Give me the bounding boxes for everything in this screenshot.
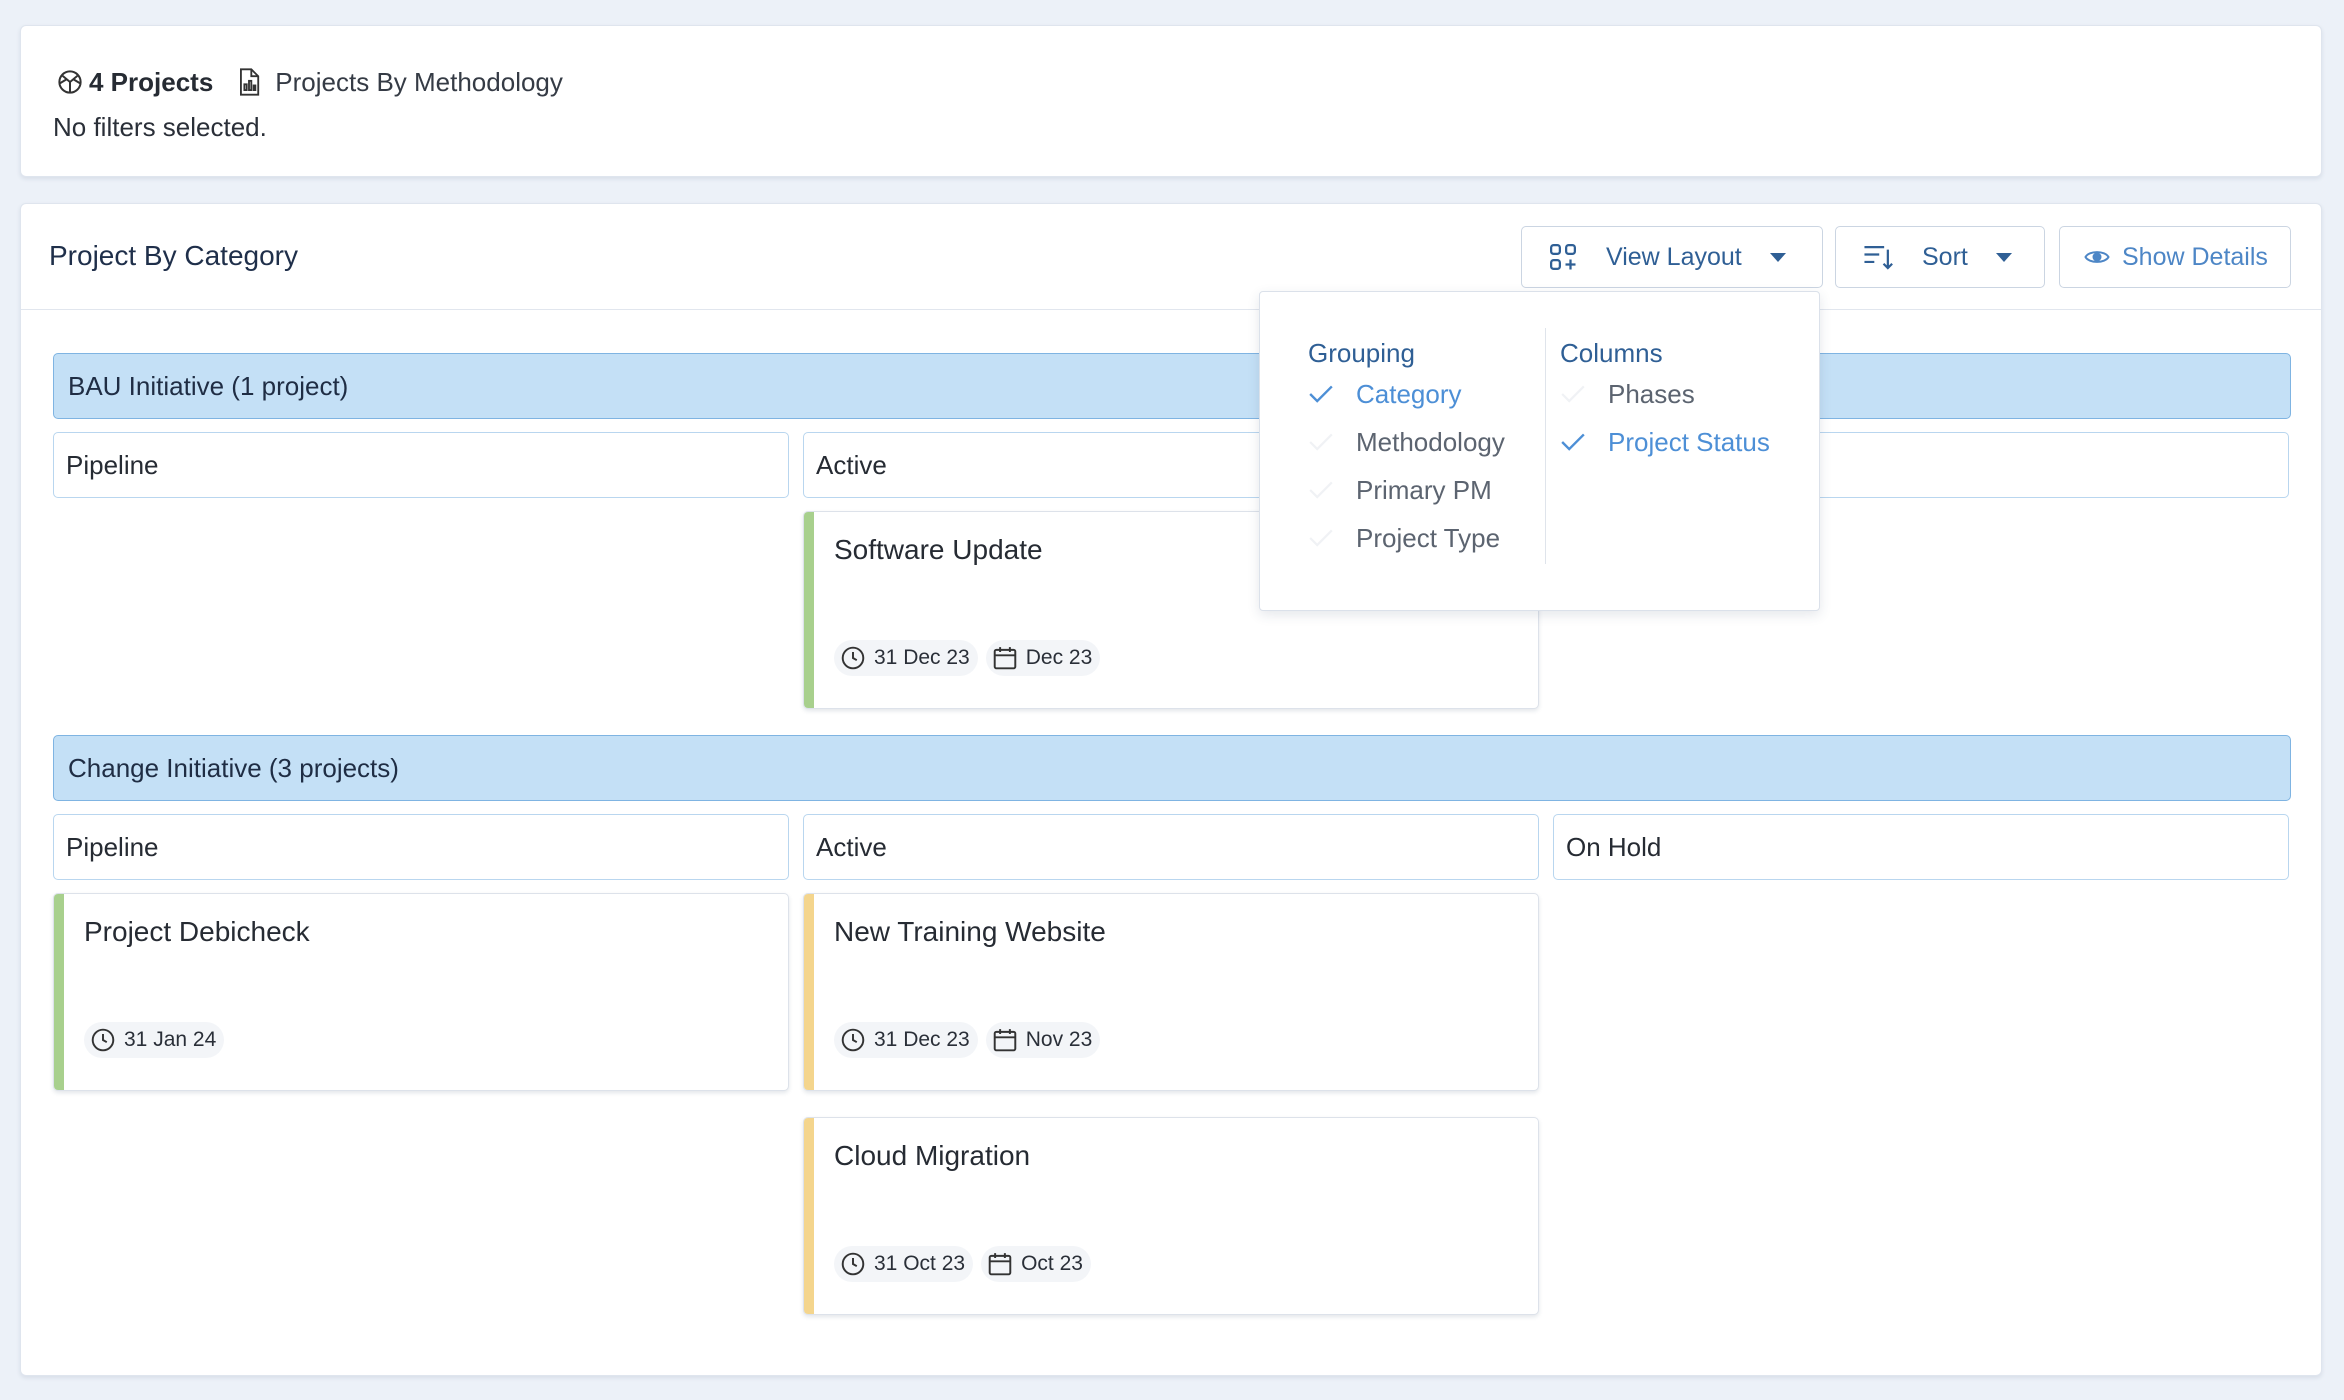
show-details-button[interactable]: Show Details [2059,226,2291,288]
eye-icon [2084,246,2110,268]
check-icon [1308,479,1356,501]
methodology-link[interactable]: Projects By Methodology [275,67,563,98]
columns-option-phases[interactable]: Phases [1560,370,1770,418]
clock-icon [91,1028,115,1052]
clock-icon [841,1028,865,1052]
sort-icon [1862,242,1894,272]
project-name: Software Update [834,534,1043,565]
project-card-cloud-migration[interactable]: Cloud Migration 31 Oct 23 Oct 23 [803,1117,1539,1315]
view-layout-dropdown: Grouping Category Methodology Primary PM… [1259,291,1820,611]
status-stripe [54,894,64,1090]
period-chip: Nov 23 [985,1022,1101,1058]
clock-icon [841,646,865,670]
period: Oct 23 [1021,1252,1083,1275]
status-stripe [804,1118,814,1314]
project-name: New Training Website [834,916,1106,947]
calendar-icon [993,1029,1017,1052]
show-details-label: Show Details [2122,242,2268,271]
check-icon [1560,383,1608,405]
popup-divider [1545,328,1546,564]
project-count: 4 Projects [89,66,214,97]
due-date: 31 Oct 23 [874,1252,966,1275]
calendar-icon [993,647,1017,670]
project-card-new-training-website[interactable]: New Training Website 31 Dec 23 Nov 23 [803,893,1539,1091]
due-date: 31 Dec 23 [874,646,970,669]
check-icon [1560,431,1608,453]
grid-add-icon [1548,242,1578,272]
due-date-chip: 31 Jan 24 [84,1022,225,1058]
period-chip: Dec 23 [985,640,1101,676]
grouping-option-category[interactable]: Category [1308,370,1505,418]
grouping-option-methodology[interactable]: Methodology [1308,418,1505,466]
status-stripe [804,512,814,708]
calendar-icon [988,1253,1012,1276]
view-layout-button[interactable]: View Layout [1521,226,1823,288]
summary-row: 4 Projects Projects By Methodology [55,62,563,102]
column-header-pipeline: Pipeline [53,432,789,498]
columns-option-project-status[interactable]: Project Status [1560,418,1770,466]
status-stripe [804,894,814,1090]
chevron-down-icon [1995,252,2012,262]
sort-button[interactable]: Sort [1835,226,2045,288]
board-title: Project By Category [49,240,298,271]
project-card-debicheck[interactable]: Project Debicheck 31 Jan 24 [53,893,789,1091]
grouping-option-project-type[interactable]: Project Type [1308,514,1505,562]
grouping-section: Grouping Category Methodology Primary PM… [1308,338,1505,562]
project-name: Cloud Migration [834,1140,1031,1171]
summary-card: 4 Projects Projects By Methodology No fi… [20,25,2322,177]
due-date-chip: 31 Dec 23 [834,1022,978,1058]
group-header-change[interactable]: Change Initiative (3 projects) [53,735,2291,801]
due-date-chip: 31 Oct 23 [834,1246,974,1282]
group-header-bau[interactable]: BAU Initiative (1 project) [53,353,2291,419]
filters-text: No filters selected. [53,112,267,142]
period: Dec 23 [1025,646,1093,669]
projects-icon [55,67,85,97]
column-header-active: Active [803,814,1539,880]
period: Nov 23 [1025,1028,1093,1051]
check-icon [1308,527,1356,549]
columns-title: Columns [1560,338,1663,368]
columns-section: Columns Phases Project Status [1560,338,1770,466]
project-name: Project Debicheck [84,916,310,947]
due-date: 31 Dec 23 [874,1028,970,1051]
check-icon [1308,383,1356,405]
view-layout-label: View Layout [1606,242,1742,271]
board-card: Project By Category View Layout Sort Sho… [20,203,2322,1376]
due-date: 31 Jan 24 [124,1028,217,1051]
chevron-down-icon [1769,252,1786,262]
due-date-chip: 31 Dec 23 [834,640,978,676]
grouping-option-primary-pm[interactable]: Primary PM [1308,466,1505,514]
board-header: Project By Category View Layout Sort Sho… [21,204,2321,310]
grouping-title: Grouping [1308,338,1415,368]
clock-icon [841,1252,865,1276]
column-header-pipeline: Pipeline [53,814,789,880]
sort-label: Sort [1922,242,1968,271]
report-icon [235,67,263,97]
period-chip: Oct 23 [981,1246,1091,1282]
check-icon [1308,431,1356,453]
column-header-on-hold: On Hold [1553,814,2289,880]
